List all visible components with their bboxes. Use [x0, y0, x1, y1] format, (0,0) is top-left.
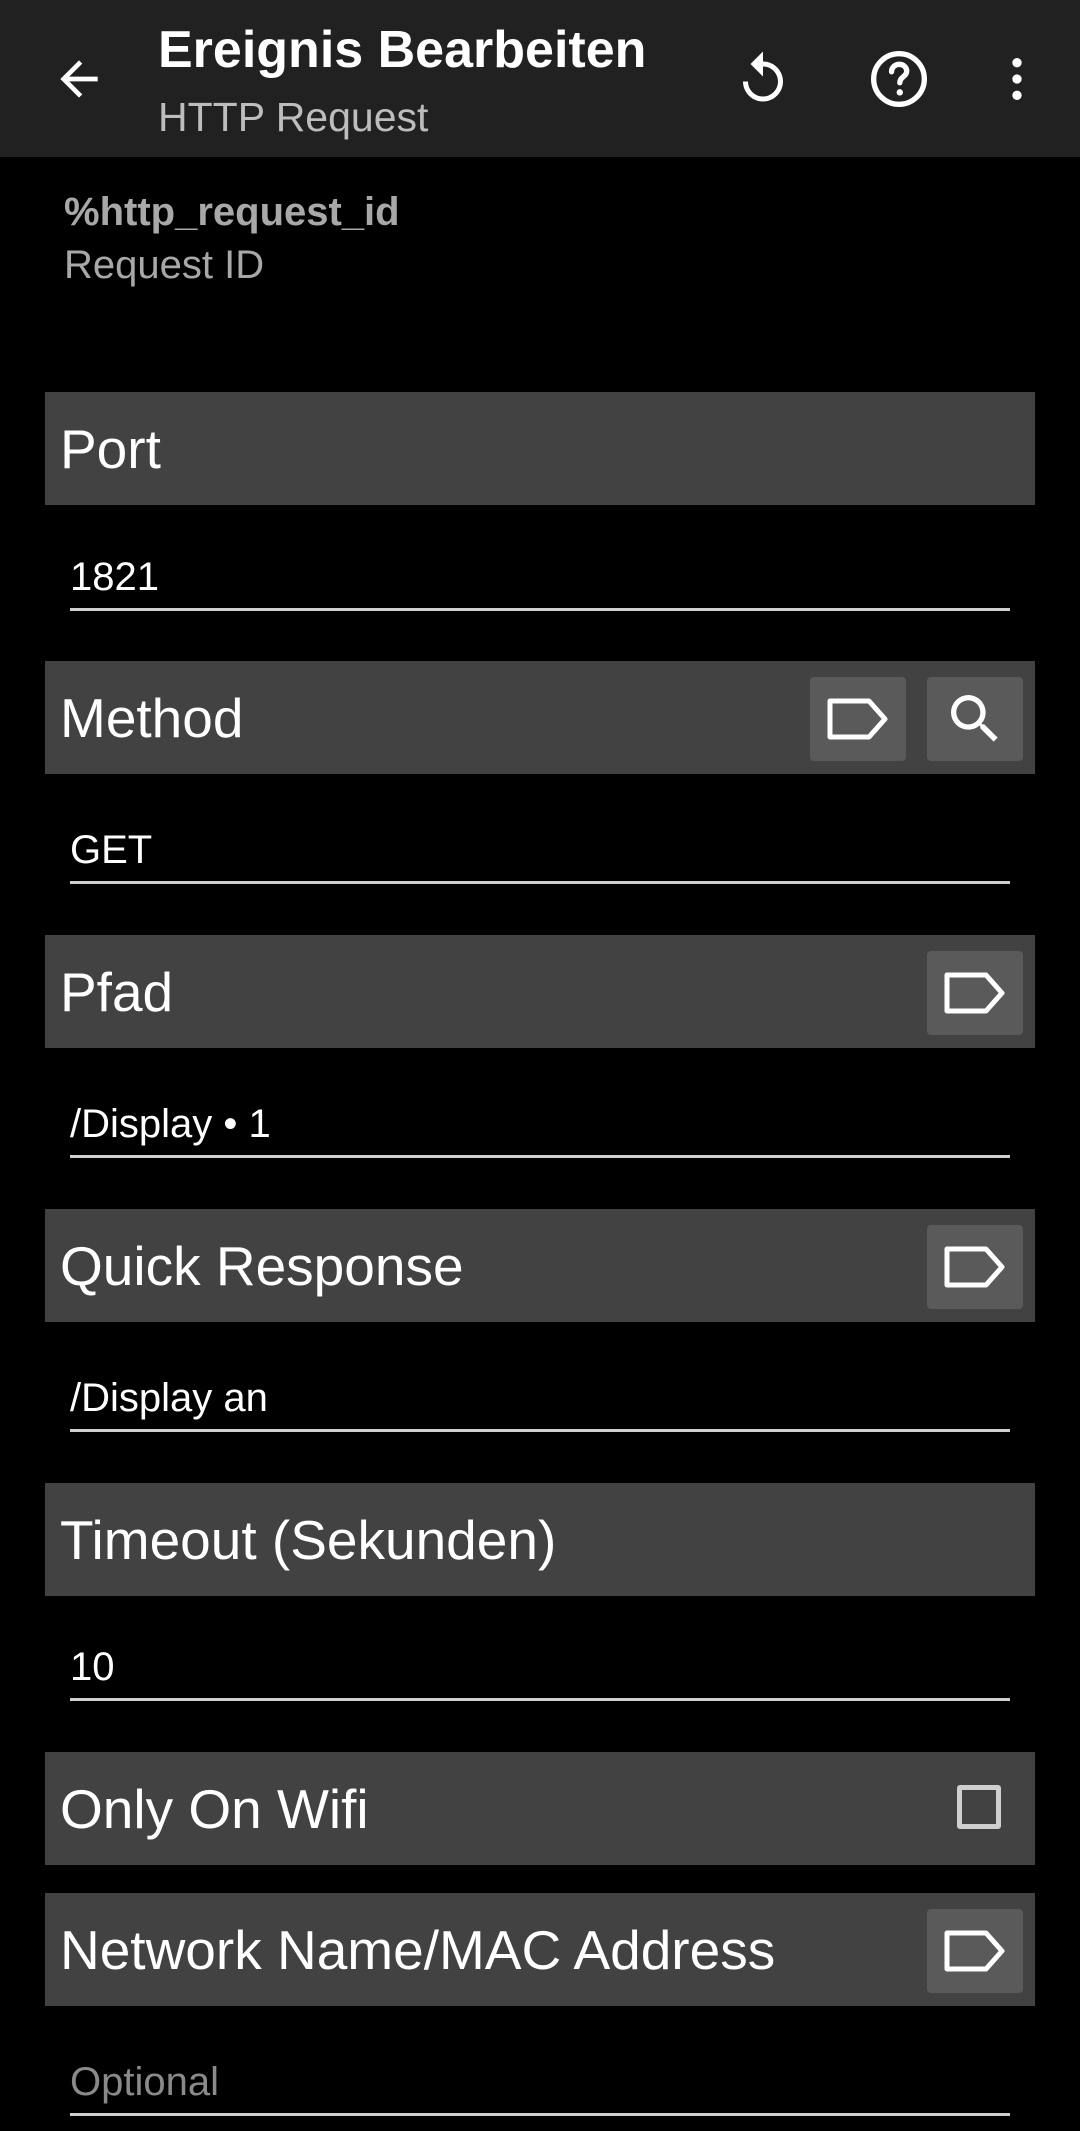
search-icon	[951, 695, 998, 742]
timeout-value: 10	[70, 1645, 115, 1689]
method-field[interactable]: GET	[70, 820, 1010, 884]
method-variable-button[interactable]	[810, 677, 906, 761]
quick-response-section-header: Quick Response	[45, 1209, 1035, 1322]
network-field[interactable]: Optional	[70, 2052, 1010, 2116]
port-section-header: Port	[45, 392, 1035, 505]
network-variable-button[interactable]	[927, 1909, 1023, 1993]
more-options-button[interactable]	[978, 40, 1056, 118]
app-bar: Ereignis Bearbeiten HTTP Request	[0, 0, 1080, 157]
port-label: Port	[60, 417, 161, 480]
screen-title: Ereignis Bearbeiten	[158, 21, 647, 79]
quick-response-variable-button[interactable]	[927, 1225, 1023, 1309]
pfad-label: Pfad	[60, 960, 174, 1023]
help-button[interactable]	[860, 40, 938, 118]
pfad-value: /Display • 1	[70, 1102, 271, 1146]
only-on-wifi-label: Only On Wifi	[60, 1777, 369, 1840]
variable-name: %http_request_id	[64, 190, 400, 234]
pfad-section-header: Pfad	[45, 935, 1035, 1048]
port-value: 1821	[70, 555, 159, 599]
quick-response-field[interactable]: /Display an	[70, 1368, 1010, 1432]
back-button[interactable]	[40, 40, 118, 118]
network-label: Network Name/MAC Address	[60, 1918, 776, 1981]
help-icon	[871, 51, 927, 107]
label-tag-icon	[944, 1246, 1005, 1288]
variable-description: Request ID	[64, 243, 265, 287]
only-on-wifi-row[interactable]: Only On Wifi	[45, 1752, 1035, 1865]
reset-button[interactable]	[724, 40, 802, 118]
timeout-field[interactable]: 10	[70, 1637, 1010, 1701]
more-vert-icon	[1012, 58, 1022, 100]
network-placeholder: Optional	[70, 2060, 219, 2104]
timeout-section-header: Timeout (Sekunden)	[45, 1483, 1035, 1596]
label-tag-icon	[944, 1930, 1005, 1972]
quick-response-label: Quick Response	[60, 1234, 464, 1297]
method-label: Method	[60, 686, 244, 749]
network-section-header: Network Name/MAC Address	[45, 1893, 1035, 2006]
method-search-button[interactable]	[927, 677, 1023, 761]
method-section-header: Method	[45, 661, 1035, 774]
screen-subtitle: HTTP Request	[158, 94, 429, 140]
label-tag-icon	[944, 972, 1005, 1014]
pfad-field[interactable]: /Display • 1	[70, 1094, 1010, 1158]
timeout-label: Timeout (Sekunden)	[60, 1508, 557, 1571]
arrow-back-icon	[60, 60, 98, 98]
reset-icon	[743, 51, 783, 102]
output-variable-info: %http_request_id Request ID	[64, 190, 400, 288]
port-field[interactable]: 1821	[70, 547, 1010, 611]
pfad-variable-button[interactable]	[927, 951, 1023, 1035]
method-value: GET	[70, 828, 153, 872]
only-on-wifi-checkbox[interactable]	[957, 1785, 1001, 1829]
quick-response-value: /Display an	[70, 1376, 268, 1420]
label-tag-icon	[827, 698, 888, 740]
